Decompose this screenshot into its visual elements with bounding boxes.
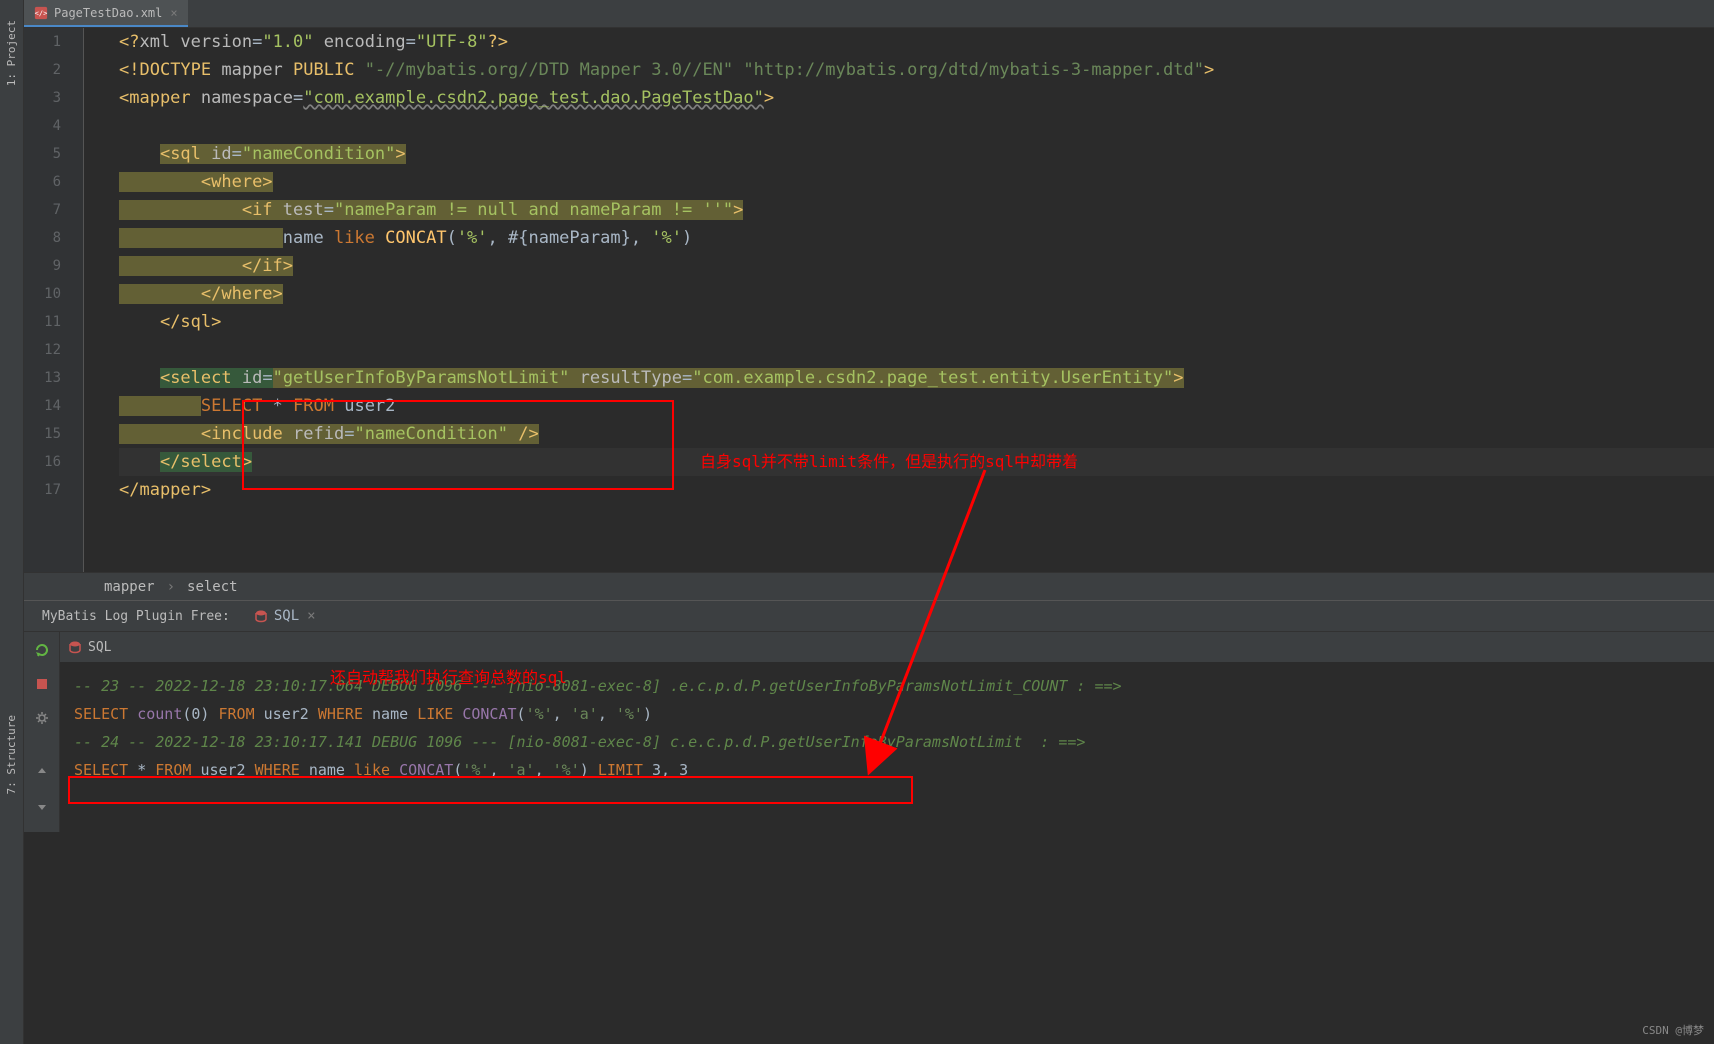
line-number: 5 bbox=[24, 140, 83, 168]
line-number: 15 bbox=[24, 420, 83, 448]
line-number: 4 bbox=[24, 112, 83, 140]
log-toolbar bbox=[24, 632, 60, 832]
editor-tab-bar: </> PageTestDao.xml × bbox=[24, 0, 1714, 28]
code-line-3[interactable]: <mapper namespace="com.example.csdn2.pag… bbox=[119, 84, 1714, 112]
file-tab[interactable]: </> PageTestDao.xml × bbox=[24, 0, 188, 27]
plugin-label: MyBatis Log Plugin Free: bbox=[30, 609, 242, 624]
line-number: 3 bbox=[24, 84, 83, 112]
code-line-11[interactable]: </sql> bbox=[119, 308, 1714, 336]
breadcrumb-mapper[interactable]: mapper bbox=[104, 579, 155, 595]
annotation-text-1: 自身sql并不带limit条件，但是执行的sql中却带着 bbox=[700, 448, 1078, 472]
code-line-2[interactable]: <!DOCTYPE mapper PUBLIC "-//mybatis.org/… bbox=[119, 56, 1714, 84]
log-line-4: SELECT * FROM user2 WHERE name like CONC… bbox=[74, 756, 1700, 784]
code-line-5[interactable]: <sql id="nameCondition"> bbox=[119, 140, 1714, 168]
structure-label: 7: Structure bbox=[5, 715, 18, 794]
line-number: 13 bbox=[24, 364, 83, 392]
code-line-17[interactable]: </mapper> bbox=[119, 476, 1714, 504]
tool-window-tabs: MyBatis Log Plugin Free: SQL × bbox=[24, 600, 1714, 632]
xml-file-icon: </> bbox=[34, 6, 48, 20]
settings-button[interactable] bbox=[32, 708, 52, 728]
up-arrow-button[interactable] bbox=[32, 762, 52, 782]
code-line-14[interactable]: SELECT * FROM user2 bbox=[119, 392, 1714, 420]
line-number: 9 bbox=[24, 252, 83, 280]
code-line-8[interactable]: name like CONCAT('%', #{nameParam}, '%') bbox=[119, 224, 1714, 252]
watermark: CSDN @博梦 bbox=[1642, 1022, 1704, 1038]
sql-tab-label: SQL bbox=[274, 608, 299, 624]
code-line-13[interactable]: <select id="getUserInfoByParamsNotLimit"… bbox=[119, 364, 1714, 392]
breadcrumb: mapper › select bbox=[24, 572, 1714, 600]
line-number: 1 bbox=[24, 28, 83, 56]
structure-tool-strip[interactable]: 7: Structure bbox=[0, 615, 24, 1044]
annotation-text-2: 还自动帮我们执行查询总数的sql bbox=[330, 664, 567, 688]
tab-filename: PageTestDao.xml bbox=[54, 6, 162, 20]
code-line-12[interactable] bbox=[119, 336, 1714, 364]
log-line-1: -- 23 -- 2022-12-18 23:10:17.064 DEBUG 1… bbox=[74, 672, 1700, 700]
log-line-3: -- 24 -- 2022-12-18 23:10:17.141 DEBUG 1… bbox=[74, 728, 1700, 756]
gutter: 1 2 3 4 5 6 7 8 9 10 11 12 13 14 15 16 1… bbox=[24, 28, 84, 572]
sql-tab[interactable]: SQL × bbox=[242, 601, 328, 631]
code-area[interactable]: <?xml version="1.0" encoding="UTF-8"?> <… bbox=[84, 28, 1714, 572]
stop-button[interactable] bbox=[32, 674, 52, 694]
code-line-15[interactable]: <include refid="nameCondition" /> bbox=[119, 420, 1714, 448]
line-number: 14 bbox=[24, 392, 83, 420]
line-number: 2 bbox=[24, 56, 83, 84]
code-line-10[interactable]: </where> bbox=[119, 280, 1714, 308]
line-number: 12 bbox=[24, 336, 83, 364]
project-tool-strip[interactable]: 1: Project bbox=[0, 0, 24, 615]
sql-icon bbox=[254, 609, 268, 623]
down-arrow-button[interactable] bbox=[32, 796, 52, 816]
breadcrumb-select[interactable]: select bbox=[187, 579, 238, 595]
code-line-9[interactable]: </if> bbox=[119, 252, 1714, 280]
log-header-label: SQL bbox=[88, 640, 111, 655]
log-line-2: SELECT count(0) FROM user2 WHERE name LI… bbox=[74, 700, 1700, 728]
line-number: 6 bbox=[24, 168, 83, 196]
close-tab-icon[interactable]: × bbox=[170, 6, 177, 20]
log-header: SQL bbox=[60, 632, 1714, 662]
code-line-4[interactable] bbox=[119, 112, 1714, 140]
line-number: 10 bbox=[24, 280, 83, 308]
log-content[interactable]: -- 23 -- 2022-12-18 23:10:17.064 DEBUG 1… bbox=[60, 662, 1714, 1044]
line-number: 11 bbox=[24, 308, 83, 336]
rerun-button[interactable] bbox=[32, 640, 52, 660]
line-number: 16 bbox=[24, 448, 83, 476]
line-number: 8 bbox=[24, 224, 83, 252]
chevron-right-icon: › bbox=[167, 579, 175, 595]
code-line-6[interactable]: <where> bbox=[119, 168, 1714, 196]
close-icon[interactable]: × bbox=[307, 608, 315, 624]
line-number: 17 bbox=[24, 476, 83, 504]
code-editor[interactable]: 1 2 3 4 5 6 7 8 9 10 11 12 13 14 15 16 1… bbox=[24, 28, 1714, 572]
code-line-7[interactable]: <if test="nameParam != null and namePara… bbox=[119, 196, 1714, 224]
svg-text:</>: </> bbox=[35, 9, 48, 17]
code-line-1[interactable]: <?xml version="1.0" encoding="UTF-8"?> bbox=[119, 28, 1714, 56]
project-label: 1: Project bbox=[5, 20, 18, 86]
line-number: 7 bbox=[24, 196, 83, 224]
sql-icon bbox=[68, 640, 82, 654]
